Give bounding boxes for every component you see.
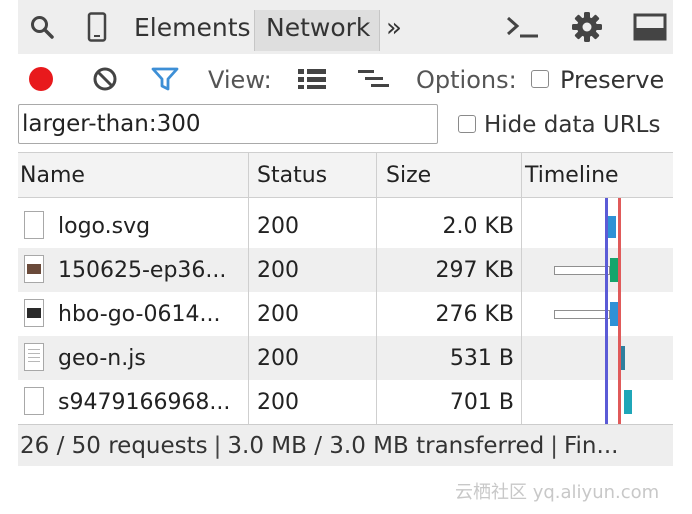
- summary-separator: |: [213, 433, 222, 459]
- timeline-bar: [624, 390, 632, 414]
- hide-data-urls-checkbox-box[interactable]: [458, 115, 476, 133]
- filter-button[interactable]: [148, 54, 182, 104]
- phone-icon: [87, 12, 107, 42]
- column-divider: [248, 198, 249, 424]
- request-name: geo-n.js: [58, 346, 146, 371]
- waterfall-icon: [358, 70, 389, 87]
- column-divider[interactable]: [376, 152, 377, 198]
- timeline-waiting-bar: [554, 266, 610, 275]
- column-header-size[interactable]: Size: [386, 153, 431, 197]
- column-divider: [376, 198, 377, 424]
- hide-data-urls-checkbox[interactable]: [458, 104, 476, 144]
- clear-button[interactable]: [88, 54, 122, 104]
- filter-input[interactable]: [18, 104, 438, 144]
- request-size: 531 B: [449, 346, 514, 371]
- request-name: 150625-ep36...: [58, 258, 227, 283]
- gear-icon: [572, 12, 602, 42]
- file-icon: [24, 387, 44, 415]
- settings-gear-icon[interactable]: [568, 0, 606, 54]
- watermark: 云栖社区 yq.aliyun.com: [455, 482, 660, 503]
- request-name: hbo-go-0614...: [58, 302, 221, 327]
- transfer-size: 3.0 MB / 3.0 MB transferred: [227, 433, 545, 459]
- request-size: 701 B: [449, 390, 514, 415]
- request-status: 200: [257, 390, 299, 415]
- timeline-bar: [608, 216, 616, 238]
- filter-bar: Hide data URLs: [18, 104, 673, 148]
- dom-content-loaded-line: [605, 198, 608, 424]
- list-view-icon: [298, 69, 326, 89]
- record-icon: [29, 67, 53, 91]
- request-size: 2.0 KB: [442, 214, 515, 239]
- column-divider[interactable]: [521, 152, 522, 198]
- table-row[interactable]: s9479166968... 200 701 B: [18, 380, 673, 424]
- preserve-log-checkbox[interactable]: [528, 54, 552, 104]
- request-name: logo.svg: [58, 214, 151, 239]
- device-mode-icon[interactable]: [82, 0, 112, 54]
- large-rows-button[interactable]: [294, 54, 330, 104]
- record-dot: [29, 67, 53, 91]
- dock-side-icon[interactable]: [630, 0, 670, 54]
- network-toolbar: View: Options: Preserve: [18, 54, 673, 104]
- filter-funnel-icon: [151, 67, 179, 91]
- request-status: 200: [257, 214, 299, 239]
- request-status: 200: [257, 302, 299, 327]
- summary-separator: |: [550, 433, 558, 459]
- preserve-log-label[interactable]: Preserve: [560, 54, 664, 104]
- request-status: 200: [257, 258, 299, 283]
- request-size: 276 KB: [435, 302, 514, 327]
- hide-data-urls-label[interactable]: Hide data URLs: [484, 104, 660, 144]
- image-thumbnail-icon: [24, 299, 44, 327]
- search-icon[interactable]: [24, 0, 60, 54]
- preserve-log-checkbox-box[interactable]: [531, 70, 549, 88]
- dock-icon: [633, 13, 667, 41]
- table-row[interactable]: geo-n.js 200 531 B: [18, 336, 673, 380]
- script-file-icon: [24, 343, 44, 371]
- table-row[interactable]: 150625-ep36... 200 297 KB: [18, 248, 673, 292]
- file-icon: [24, 211, 44, 239]
- record-button[interactable]: [24, 54, 58, 104]
- column-header-timeline[interactable]: Timeline: [525, 153, 619, 197]
- table-row[interactable]: logo.svg 200 2.0 KB: [18, 204, 673, 248]
- request-size: 297 KB: [435, 258, 514, 283]
- column-header-name[interactable]: Name: [20, 153, 85, 197]
- timeline-waiting-bar: [554, 310, 610, 319]
- tabs-overflow-button[interactable]: »: [386, 0, 402, 54]
- tab-elements[interactable]: Elements: [134, 0, 251, 54]
- timeline-bar: [610, 258, 618, 282]
- devtools-panel: Elements Network » View: Options: Preser…: [18, 0, 673, 466]
- view-label: View:: [208, 66, 272, 94]
- terminal-icon: [507, 16, 538, 38]
- finish-time: Fin...: [563, 433, 619, 459]
- overview-button[interactable]: [354, 54, 394, 104]
- column-divider[interactable]: [248, 152, 249, 198]
- tab-network[interactable]: Network: [266, 0, 370, 54]
- request-count: 26 / 50 requests: [20, 433, 208, 459]
- load-event-line: [618, 198, 621, 424]
- table-row[interactable]: hbo-go-0614... 200 276 KB: [18, 292, 673, 336]
- clear-icon: [93, 67, 117, 91]
- console-drawer-icon[interactable]: [502, 0, 544, 54]
- requests-table-body: logo.svg 200 2.0 KB 150625-ep36... 200 2…: [18, 198, 673, 424]
- request-status: 200: [257, 346, 299, 371]
- options-label: Options:: [416, 66, 517, 94]
- search-icon-glyph: [31, 16, 54, 39]
- column-header-status[interactable]: Status: [257, 153, 327, 197]
- column-divider: [521, 198, 522, 424]
- timeline-bar: [610, 302, 618, 326]
- requests-table-header: Name Status Size Timeline: [18, 152, 673, 198]
- image-thumbnail-icon: [24, 255, 44, 283]
- request-name: s9479166968...: [58, 390, 231, 415]
- network-summary-bar: 26 / 50 requests | 3.0 MB / 3.0 MB transfe…: [18, 424, 673, 466]
- devtools-tabbar: Elements Network »: [18, 0, 673, 55]
